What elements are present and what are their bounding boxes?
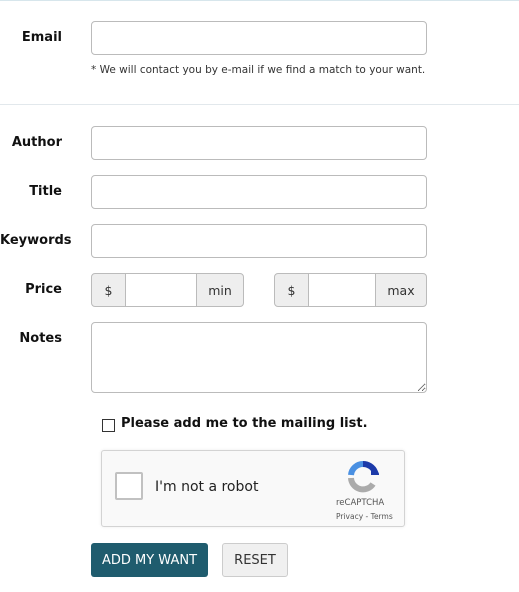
reset-button[interactable]: RESET [222, 543, 288, 577]
link-separator: - [363, 512, 371, 521]
add-my-want-button[interactable]: ADD MY WANT [91, 543, 208, 577]
keywords-label: Keywords [0, 233, 72, 248]
notes-textarea[interactable] [91, 322, 427, 393]
recaptcha-label: I'm not a robot [155, 479, 259, 495]
top-divider [0, 0, 519, 1]
recaptcha-brand: reCAPTCHA [336, 498, 385, 508]
terms-link[interactable]: Terms [371, 512, 393, 521]
title-input[interactable] [91, 175, 427, 209]
mailing-list-checkbox[interactable] [102, 419, 115, 432]
author-label: Author [11, 135, 62, 150]
max-currency-addon: $ [274, 273, 309, 307]
recaptcha-logo-icon [348, 461, 379, 493]
recaptcha-widget: I'm not a robot reCAPTCHA Privacy - Term… [101, 450, 405, 527]
min-addon: min [196, 273, 244, 307]
section-divider [0, 104, 519, 105]
price-label: Price [25, 282, 62, 297]
email-input[interactable] [91, 21, 427, 55]
mailing-list-label[interactable]: Please add me to the mailing list. [121, 416, 368, 431]
notes-label: Notes [19, 331, 62, 346]
privacy-link[interactable]: Privacy [336, 512, 363, 521]
price-max-input[interactable] [308, 273, 376, 307]
recaptcha-checkbox[interactable] [115, 472, 143, 500]
email-note: * We will contact you by e-mail if we fi… [91, 64, 426, 76]
keywords-input[interactable] [91, 224, 427, 258]
email-label: Email [21, 30, 62, 45]
max-addon: max [375, 273, 427, 307]
min-currency-addon: $ [91, 273, 126, 307]
author-input[interactable] [91, 126, 427, 160]
title-label: Title [29, 184, 62, 199]
price-min-input[interactable] [125, 273, 197, 307]
